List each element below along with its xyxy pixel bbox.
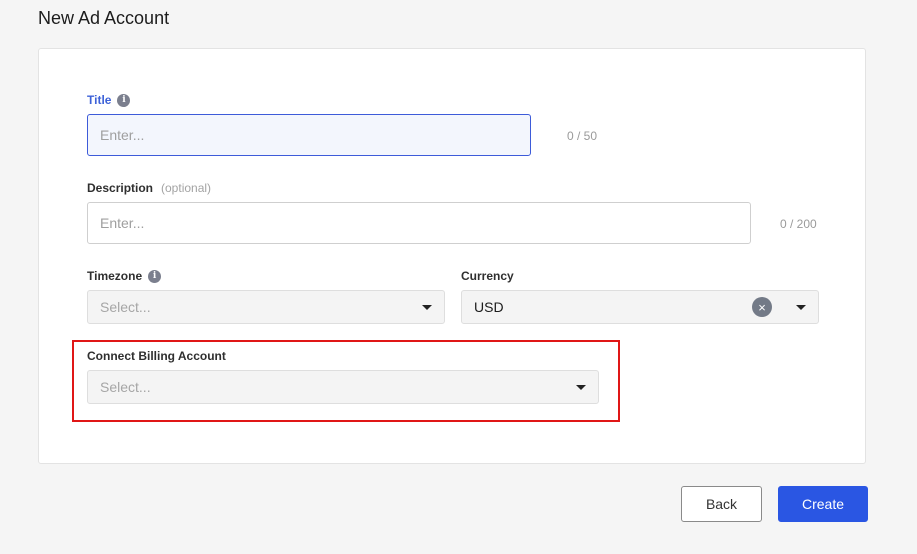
currency-value: USD [474, 299, 504, 315]
highlight-box [72, 340, 620, 422]
currency-label: Currency [461, 269, 514, 283]
create-button[interactable]: Create [778, 486, 868, 522]
clear-icon[interactable]: × [752, 297, 772, 317]
description-input[interactable] [87, 202, 751, 244]
timezone-label-text: Timezone [87, 269, 143, 283]
title-char-counter: 0 / 50 [567, 129, 598, 143]
description-char-counter: 0 / 200 [780, 217, 817, 231]
title-label: Title i [87, 93, 131, 107]
chevron-down-icon [422, 304, 432, 310]
timezone-placeholder: Select... [100, 299, 151, 315]
timezone-select[interactable]: Select... [87, 290, 445, 324]
back-button[interactable]: Back [681, 486, 762, 522]
page-title: New Ad Account [38, 8, 170, 28]
description-label: Description (optional) [87, 181, 211, 195]
currency-label-text: Currency [461, 269, 514, 283]
info-icon[interactable]: i [148, 269, 162, 283]
title-input[interactable] [87, 114, 531, 156]
description-label-text: Description [87, 181, 154, 195]
info-icon[interactable]: i [117, 93, 131, 107]
title-label-text: Title [87, 93, 112, 107]
chevron-down-icon [796, 304, 806, 310]
timezone-label: Timezone i [87, 269, 162, 283]
optional-hint: (optional) [161, 181, 212, 195]
currency-select[interactable]: USD × [461, 290, 819, 324]
